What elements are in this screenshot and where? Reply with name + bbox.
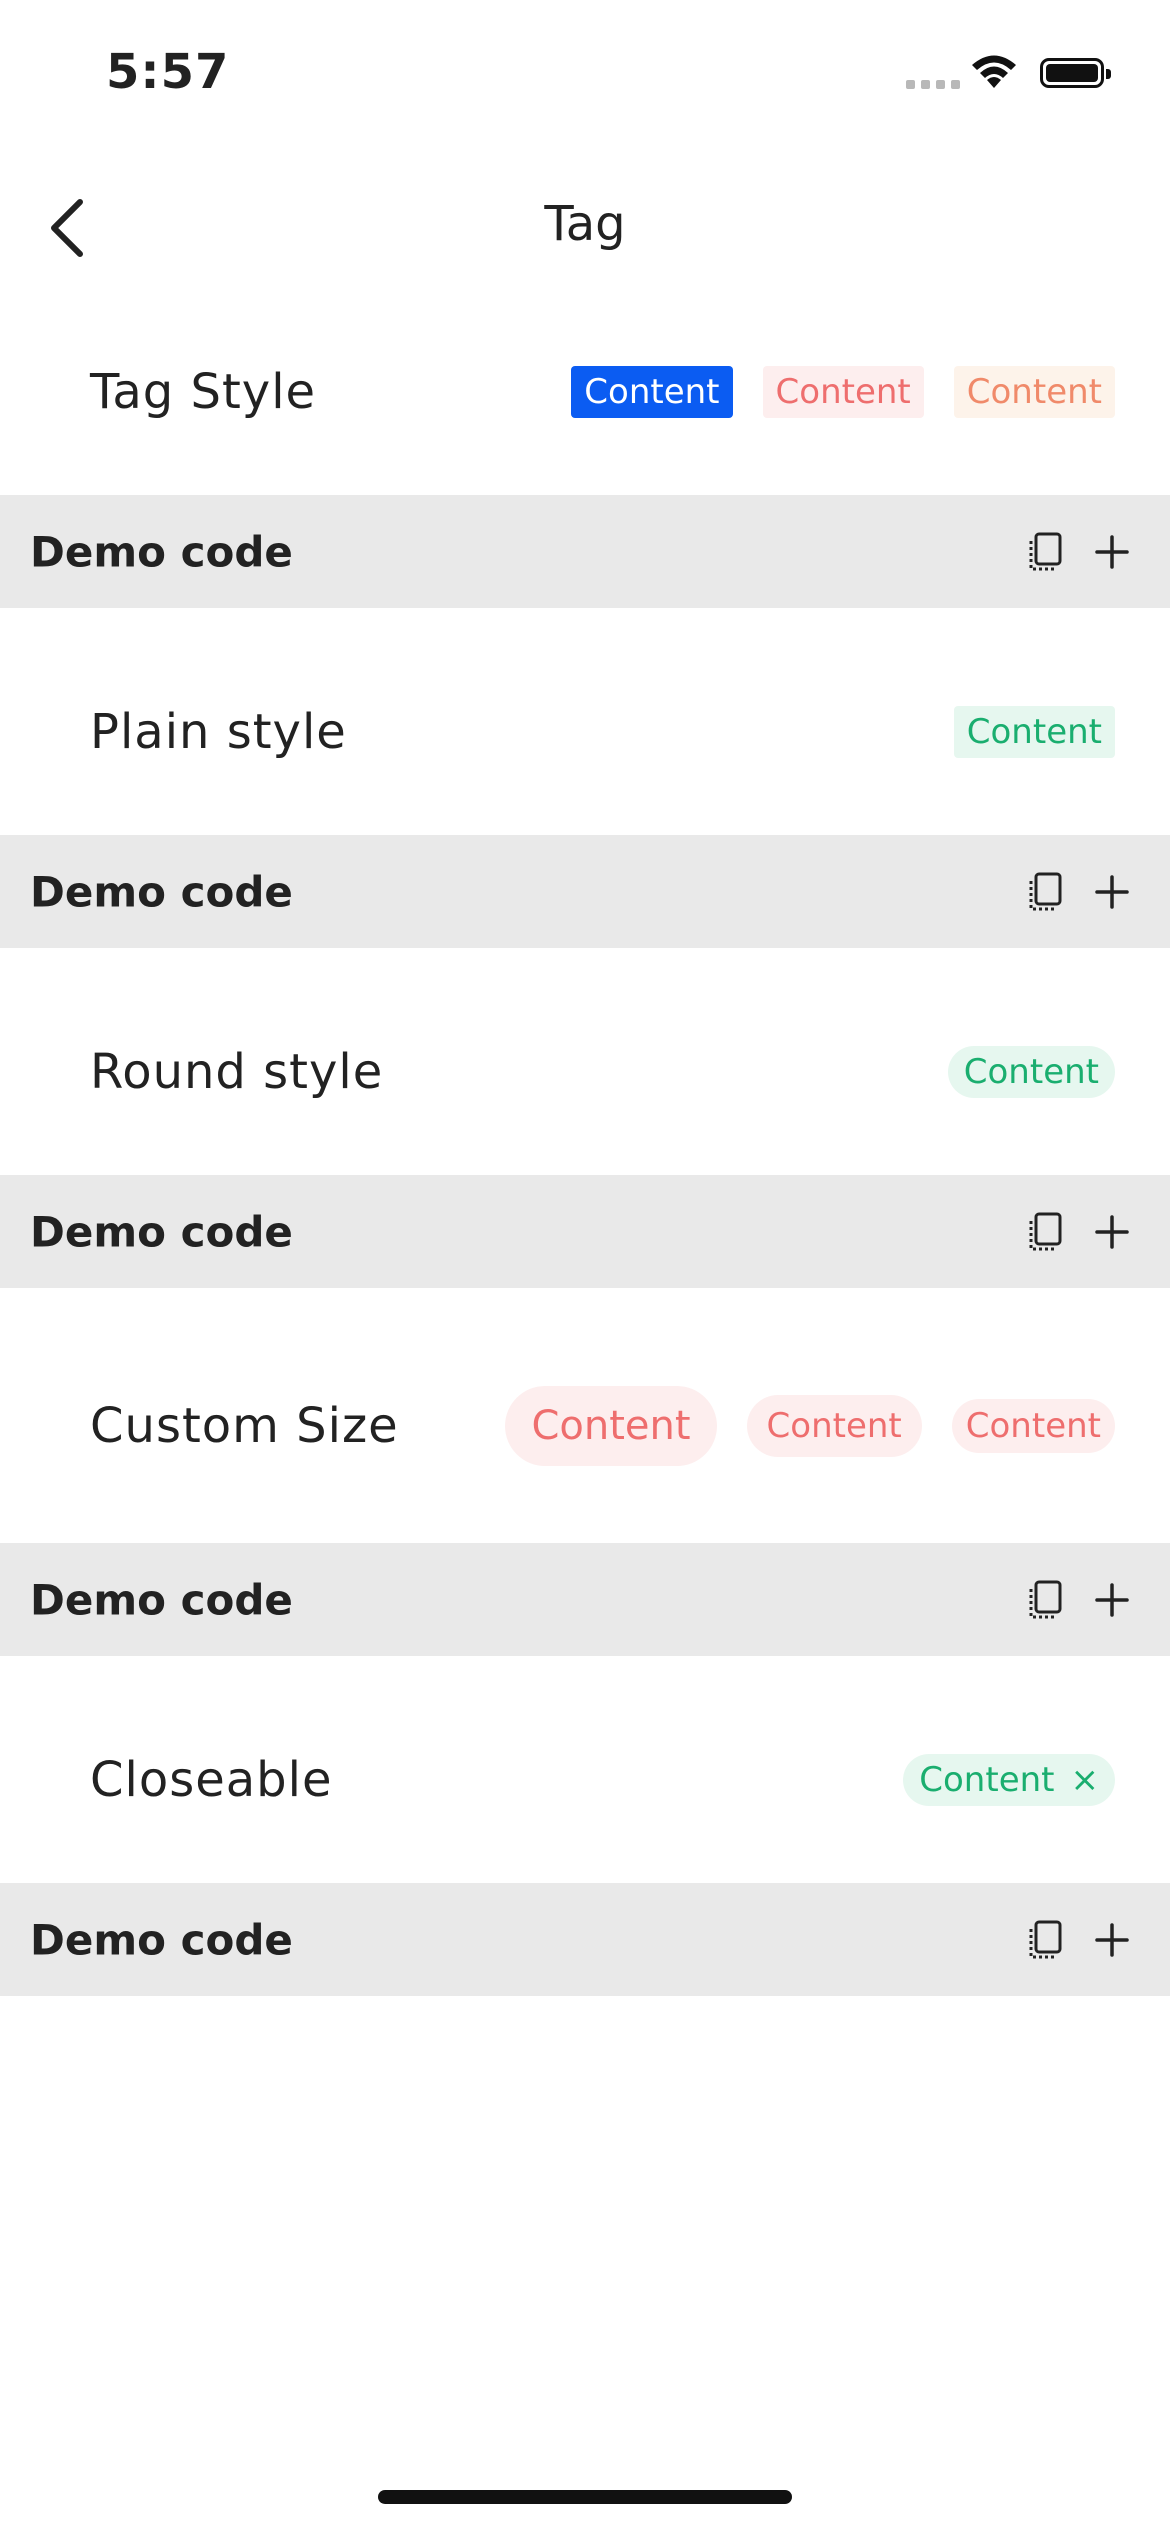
plus-icon <box>1095 534 1129 569</box>
section-closeable: Closeable Content × Demo code <box>0 1676 1170 1996</box>
section-custom-size: Custom Size Content Content Content Demo… <box>0 1308 1170 1656</box>
status-time: 5:57 <box>106 44 230 100</box>
section-tag-style: Tag Style Content Content Content Demo c… <box>0 288 1170 608</box>
row-label: Round style <box>90 1043 384 1100</box>
tag-danger: Content <box>762 365 924 418</box>
demo-code-label: Demo code <box>30 1575 293 1624</box>
tag-group: Content <box>953 705 1115 758</box>
row-label: Closeable <box>90 1751 333 1808</box>
expand-button[interactable] <box>1090 870 1134 914</box>
battery-icon <box>1040 58 1111 88</box>
tag-warning: Content <box>953 365 1115 418</box>
copy-button[interactable] <box>1024 530 1068 574</box>
nav-bar: Tag <box>0 170 1170 280</box>
copy-icon <box>1029 1580 1062 1618</box>
home-indicator[interactable] <box>378 2490 792 2504</box>
tag-text: Content <box>919 1759 1055 1800</box>
copy-icon <box>1029 872 1062 910</box>
expand-button[interactable] <box>1090 1918 1134 1962</box>
demo-code-label: Demo code <box>30 1207 293 1256</box>
section-round-style: Round style Content Demo code <box>0 968 1170 1288</box>
demo-row: Round style Content <box>0 968 1170 1175</box>
demo-code-bar[interactable]: Demo code <box>0 495 1170 608</box>
tag-success-round: Content <box>947 1045 1115 1098</box>
tag-group: Content <box>947 1045 1115 1098</box>
plus-icon <box>1095 874 1129 909</box>
demo-code-bar[interactable]: Demo code <box>0 1883 1170 1996</box>
demo-code-label: Demo code <box>30 867 293 916</box>
plus-icon <box>1095 1922 1129 1957</box>
demo-row: Closeable Content × <box>0 1676 1170 1883</box>
tag-primary: Content <box>571 365 733 418</box>
tag-closeable: Content × <box>903 1753 1115 1806</box>
tag-medium: Content <box>746 1394 922 1457</box>
expand-button[interactable] <box>1090 1578 1134 1622</box>
demo-code-bar[interactable]: Demo code <box>0 1175 1170 1288</box>
plus-icon <box>1095 1582 1129 1617</box>
page-title: Tag <box>544 196 626 252</box>
demo-code-label: Demo code <box>30 527 293 576</box>
tag-group: Content Content Content <box>505 1385 1115 1466</box>
section-plain-style: Plain style Content Demo code <box>0 628 1170 948</box>
expand-button[interactable] <box>1090 530 1134 574</box>
demo-code-bar[interactable]: Demo code <box>0 1543 1170 1656</box>
tag-small: Content <box>951 1398 1115 1453</box>
demo-row: Plain style Content <box>0 628 1170 835</box>
copy-icon <box>1029 1920 1062 1958</box>
tag-success: Content <box>953 705 1115 758</box>
expand-button[interactable] <box>1090 1210 1134 1254</box>
demo-code-bar[interactable]: Demo code <box>0 835 1170 948</box>
copy-button[interactable] <box>1024 1918 1068 1962</box>
tag-large: Content <box>505 1385 717 1466</box>
tag-group: Content × <box>903 1753 1115 1806</box>
copy-button[interactable] <box>1024 1210 1068 1254</box>
copy-icon <box>1029 1212 1062 1250</box>
copy-icon <box>1029 532 1062 570</box>
copy-button[interactable] <box>1024 870 1068 914</box>
row-label: Custom Size <box>90 1397 399 1454</box>
row-label: Plain style <box>90 703 347 760</box>
demo-row: Tag Style Content Content Content <box>0 288 1170 495</box>
plus-icon <box>1095 1214 1129 1249</box>
copy-button[interactable] <box>1024 1578 1068 1622</box>
signal-icon <box>906 80 960 89</box>
status-bar: 5:57 <box>0 0 1170 140</box>
demo-row: Custom Size Content Content Content <box>0 1308 1170 1543</box>
close-icon[interactable]: × <box>1071 1763 1100 1797</box>
row-label: Tag Style <box>90 363 317 420</box>
demo-code-label: Demo code <box>30 1915 293 1964</box>
tag-group: Content Content Content <box>571 365 1115 418</box>
wifi-icon <box>972 55 1016 88</box>
